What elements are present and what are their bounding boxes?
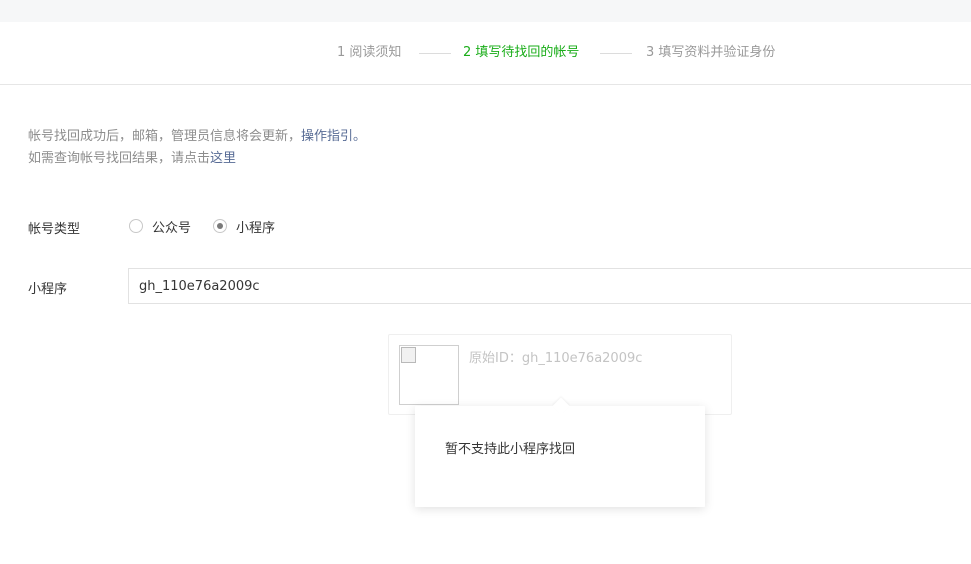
broken-image-icon [399,345,459,405]
radio-button-miniprogram[interactable] [213,219,228,233]
tooltip-message: 暂不支持此小程序找回 [445,442,576,457]
step-fill-account: 2 填写待找回的帐号 [463,45,580,60]
step-divider [600,53,632,54]
query-result-link[interactable]: 这里 [210,151,236,166]
radio-option-miniprogram[interactable]: 小程序 [213,217,275,236]
top-bar [0,0,971,22]
original-id-text: 原始ID：gh_110e76a2009c [469,351,643,366]
miniprogram-id-input[interactable] [128,268,971,304]
operation-guide-link[interactable]: 操作指引。 [301,129,366,144]
radio-option-official-account[interactable]: 公众号 [129,217,191,236]
radio-button-official-account[interactable] [129,219,143,233]
miniprogram-label: 小程序 [28,282,68,297]
step-divider [419,53,451,54]
notice-text: 帐号找回成功后，邮箱，管理员信息将会更新，操作指引。 如需查询帐号找回结果，请点… [28,126,366,170]
step-verify-identity: 3 填写资料并验证身份 [646,45,776,60]
notice-line-1: 帐号找回成功后，邮箱，管理员信息将会更新，操作指引。 [28,129,367,144]
step-indicator: 1 阅读须知 2 填写待找回的帐号 3 填写资料并验证身份 [0,22,971,85]
account-type-label: 帐号类型 [28,222,81,237]
error-tooltip: 暂不支持此小程序找回 [415,397,705,507]
step-read-notice: 1 阅读须知 [337,45,402,60]
notice-line-2: 如需查询帐号找回结果，请点击这里 [28,151,237,166]
account-type-radio-group: 公众号 小程序 [129,216,297,236]
